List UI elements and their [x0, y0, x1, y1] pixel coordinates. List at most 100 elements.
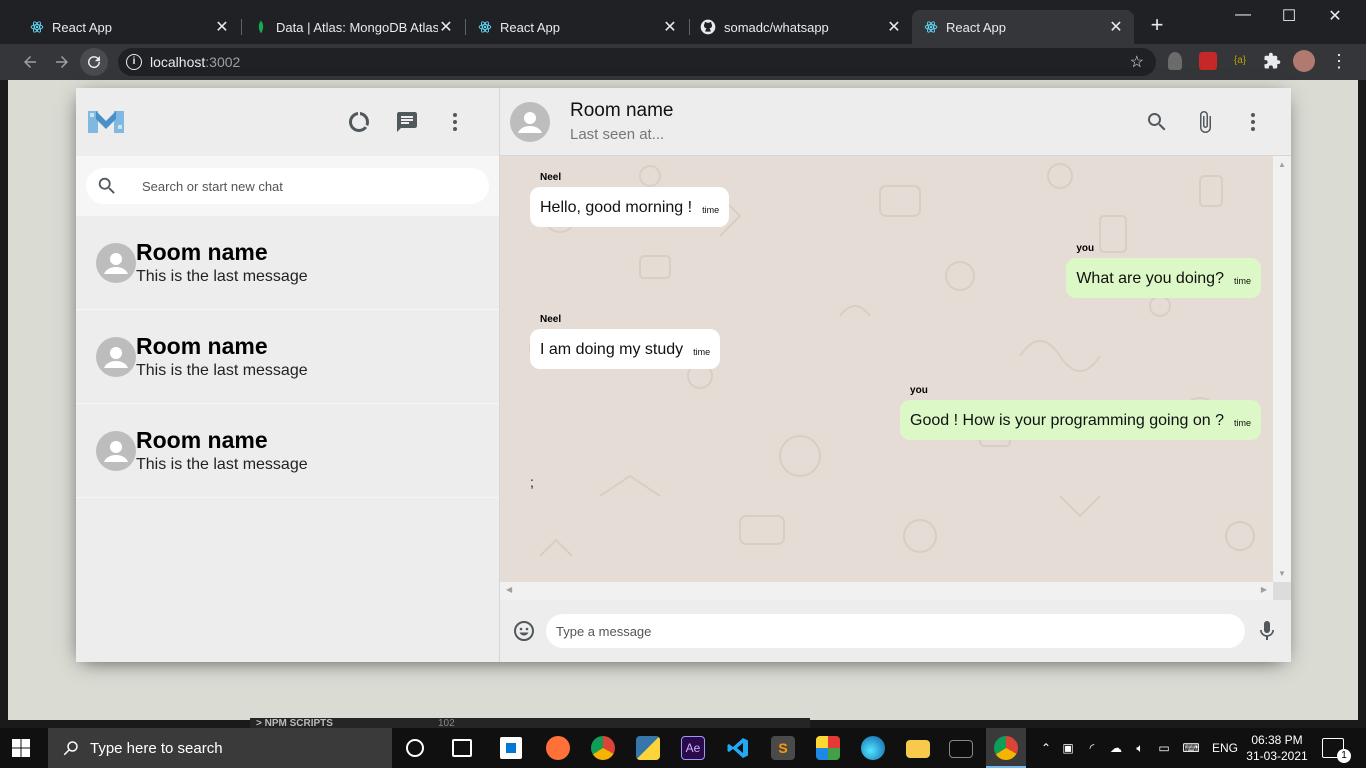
browser-tab-active[interactable]: React App ✕ — [912, 10, 1134, 44]
back-icon[interactable] — [18, 50, 42, 74]
edge-icon[interactable] — [861, 736, 885, 760]
emoji-icon[interactable] — [512, 619, 536, 643]
message-sent[interactable]: you What are you doing? time — [1066, 243, 1261, 298]
forward-icon[interactable] — [50, 50, 74, 74]
address-bar[interactable]: i localhost:3002 ☆ — [118, 48, 1156, 76]
sublime-text-icon[interactable]: S — [771, 736, 795, 760]
github-icon — [700, 19, 716, 35]
close-tab-icon[interactable]: ✕ — [662, 17, 678, 37]
message-text: What are you doing? — [1076, 270, 1224, 287]
chat-list-item[interactable]: Room name This is the last message — [76, 310, 499, 404]
onedrive-icon[interactable]: ☁ — [1104, 741, 1128, 755]
chevron-up-icon[interactable]: ⌃ — [1036, 741, 1056, 755]
reload-icon[interactable] — [80, 48, 108, 76]
extensions-puzzle-icon[interactable] — [1263, 52, 1281, 70]
bookmark-star-icon[interactable]: ☆ — [1130, 52, 1144, 72]
chrome-icon — [994, 736, 1018, 760]
scroll-up-icon[interactable]: ▲ — [1278, 160, 1286, 169]
minimize-icon[interactable]: — — [1220, 6, 1266, 28]
info-icon[interactable]: i — [126, 54, 142, 70]
attach-button[interactable] — [1181, 98, 1229, 146]
chrome-active-taskbar-button[interactable] — [986, 728, 1026, 768]
browser-tab[interactable]: somadc/whatsapp ✕ — [686, 10, 912, 44]
app-icon[interactable] — [816, 736, 840, 760]
vertical-scrollbar[interactable]: ▲ ▼ — [1273, 156, 1291, 582]
taskbar-clock[interactable]: 06:38 PM 31-03-2021 — [1244, 732, 1310, 764]
chat-menu-button[interactable] — [1229, 98, 1277, 146]
new-tab-button[interactable]: + — [1146, 14, 1168, 36]
message-time: time — [702, 205, 720, 215]
avatar — [96, 336, 136, 377]
close-tab-icon[interactable]: ✕ — [214, 17, 230, 37]
maximize-icon[interactable]: ☐ — [1266, 6, 1312, 28]
scroll-right-icon[interactable]: ▶ — [1261, 585, 1267, 594]
search-input[interactable] — [142, 178, 462, 194]
close-tab-icon[interactable]: ✕ — [1108, 17, 1124, 37]
sidebar-menu-button[interactable] — [431, 98, 479, 146]
scroll-down-icon[interactable]: ▼ — [1278, 569, 1286, 578]
avatar[interactable] — [510, 101, 550, 142]
chrome-icon[interactable] — [591, 736, 615, 760]
taskbar-search[interactable]: Type here to search — [48, 728, 392, 768]
browser-tab[interactable]: React App ✕ — [462, 10, 688, 44]
message-sent[interactable]: you Good ! How is your programming going… — [900, 385, 1261, 440]
avatar — [96, 430, 136, 471]
keyboard-icon[interactable]: ⌨ — [1176, 741, 1206, 755]
browser-tab[interactable]: React App ✕ — [14, 10, 240, 44]
terminal-icon[interactable] — [949, 740, 973, 758]
message[interactable]: Neel I am doing my study time — [530, 314, 721, 369]
browser-menu-icon[interactable]: ⋮ — [1330, 52, 1348, 70]
store-icon[interactable] — [500, 737, 522, 759]
cortana-icon[interactable] — [406, 739, 424, 757]
profile-avatar[interactable] — [1293, 50, 1315, 72]
message[interactable]: Neel Hello, good morning ! time — [530, 172, 730, 227]
chat-list-item[interactable]: Room name This is the last message — [76, 404, 499, 498]
react-icon — [924, 21, 938, 33]
close-window-icon[interactable]: ✕ — [1312, 6, 1358, 28]
notification-center-icon[interactable]: 1 — [1322, 738, 1351, 763]
after-effects-icon[interactable]: Ae — [681, 736, 705, 760]
chat-title: Room name — [570, 99, 674, 121]
python-icon[interactable] — [636, 736, 660, 760]
firefox-icon[interactable] — [546, 736, 570, 760]
scroll-left-icon[interactable]: ◀ — [506, 585, 512, 594]
extension-icon[interactable] — [1168, 52, 1182, 70]
status-button[interactable] — [335, 98, 383, 146]
extension-icon[interactable]: {a} — [1231, 52, 1249, 70]
horizontal-scrollbar[interactable]: ◀ ▶ — [500, 582, 1291, 600]
more-vert-icon — [453, 113, 457, 131]
battery-icon[interactable]: ▭ — [1152, 741, 1176, 755]
task-view-icon[interactable] — [452, 739, 472, 757]
language-indicator[interactable]: ENG — [1206, 741, 1244, 755]
url-text[interactable]: localhost:3002 — [150, 54, 240, 70]
windows-taskbar: Type here to search Ae S ⌃ ▣ ◜ ☁ 🔈︎ ▭ ⌨ … — [0, 728, 1366, 768]
close-tab-icon[interactable]: ✕ — [438, 17, 454, 37]
volume-icon[interactable]: 🔈︎ — [1128, 741, 1152, 756]
chat-header: Room name Last seen at... — [500, 88, 1291, 156]
react-icon — [478, 21, 492, 33]
new-chat-button[interactable] — [383, 98, 431, 146]
wifi-icon[interactable]: ◜ — [1080, 741, 1104, 755]
chat-messages[interactable]: Neel Hello, good morning ! time you What… — [500, 156, 1291, 582]
person-icon — [104, 346, 128, 368]
message-input[interactable] — [546, 614, 1245, 648]
more-vert-icon — [1251, 112, 1255, 131]
microphone-icon[interactable] — [1255, 619, 1279, 643]
close-tab-icon[interactable]: ✕ — [886, 17, 902, 37]
message-sender: Neel — [540, 314, 562, 325]
search-messages-button[interactable] — [1133, 98, 1181, 146]
vscode-icon[interactable] — [726, 736, 750, 760]
clock-date: 31-03-2021 — [1246, 749, 1308, 763]
browser-tab[interactable]: Data | Atlas: MongoDB Atlas ✕ — [238, 10, 464, 44]
meet-now-icon[interactable]: ▣ — [1056, 741, 1080, 755]
person-icon — [518, 111, 542, 133]
app-logo-icon[interactable] — [88, 107, 124, 137]
browser-toolbar: i localhost:3002 ☆ {a} ⋮ — [0, 44, 1366, 80]
message-time: time — [1233, 418, 1251, 428]
windows-start-icon[interactable] — [12, 739, 30, 757]
extension-icon[interactable] — [1199, 52, 1217, 70]
chat-last-message: This is the last message — [136, 455, 308, 473]
person-icon — [104, 440, 128, 462]
chat-list-item[interactable]: Room name This is the last message — [76, 216, 499, 310]
file-explorer-icon[interactable] — [906, 740, 930, 758]
